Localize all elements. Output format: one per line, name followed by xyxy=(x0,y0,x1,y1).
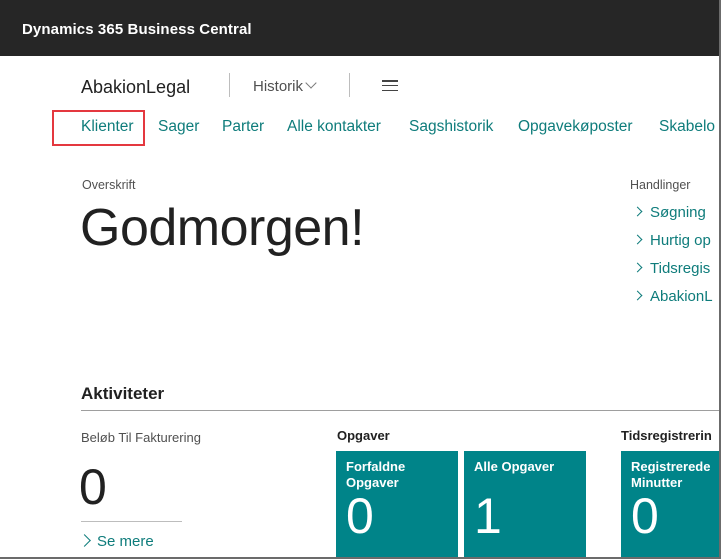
highlight-annotation xyxy=(52,110,145,146)
tile-label: Alle Opgaver xyxy=(474,459,555,474)
tile-value: 0 xyxy=(631,488,659,544)
tile-registrerede-minutter[interactable]: Registrerede Minutter 0 xyxy=(621,451,719,557)
kpi-divider xyxy=(81,521,182,522)
group-title-opgaver: Opgaver xyxy=(337,428,390,443)
company-name[interactable]: AbakionLegal xyxy=(81,77,190,98)
nav-item-alle-kontakter[interactable]: Alle kontakter xyxy=(287,118,381,136)
greeting-headline: Godmorgen! xyxy=(80,199,365,257)
chevron-right-icon xyxy=(632,206,643,217)
tile-forfaldne-opgaver[interactable]: Forfaldne Opgaver 0 xyxy=(336,451,458,557)
tile-value: 0 xyxy=(346,488,374,544)
action-tidsregistrering[interactable]: Tidsregis xyxy=(632,260,711,277)
tile-label: Registrerede Minutter xyxy=(631,459,711,490)
headline-caption: Overskrift xyxy=(82,178,136,192)
chevron-right-icon xyxy=(632,290,643,301)
app-window: Dynamics 365 Business Central AbakionLeg… xyxy=(0,0,721,559)
actions-caption: Handlinger xyxy=(630,178,691,192)
action-hurtig-opret[interactable]: Hurtig op xyxy=(632,232,711,249)
action-label: Søgning xyxy=(650,204,706,221)
nav-item-parter[interactable]: Parter xyxy=(222,118,264,136)
hamburger-menu-icon[interactable] xyxy=(382,80,398,92)
nav-item-sagshistorik[interactable]: Sagshistorik xyxy=(409,118,493,136)
app-title: Dynamics 365 Business Central xyxy=(22,21,252,38)
action-sogning[interactable]: Søgning xyxy=(632,204,706,221)
section-divider xyxy=(81,410,719,411)
nav-item-sager[interactable]: Sager xyxy=(158,118,199,136)
see-more-label: Se mere xyxy=(97,533,154,550)
nav-item-skabeloner[interactable]: Skabelo xyxy=(659,118,715,136)
history-dropdown[interactable]: Historik xyxy=(253,77,317,95)
chevron-right-icon xyxy=(632,262,643,273)
action-label: Hurtig op xyxy=(650,232,711,249)
chevron-right-icon xyxy=(78,534,91,547)
top-bar: Dynamics 365 Business Central xyxy=(0,0,719,56)
action-abakionlegal[interactable]: AbakionL xyxy=(632,288,713,305)
tile-alle-opgaver[interactable]: Alle Opgaver 1 xyxy=(464,451,586,557)
activities-title: Aktiviteter xyxy=(81,384,165,403)
tile-label: Forfaldne Opgaver xyxy=(346,459,406,490)
action-label: AbakionL xyxy=(650,288,713,305)
chevron-right-icon xyxy=(632,234,643,245)
kpi-label: Beløb Til Fakturering xyxy=(81,430,201,445)
action-label: Tidsregis xyxy=(650,260,711,277)
history-label: Historik xyxy=(253,78,304,95)
kpi-value[interactable]: 0 xyxy=(79,458,107,516)
header-divider xyxy=(349,73,350,97)
group-title-tidsregistrering: Tidsregistrerin xyxy=(621,428,712,443)
chevron-down-icon xyxy=(305,77,317,89)
see-more-link[interactable]: Se mere xyxy=(78,533,154,550)
nav-item-opgavekoposter[interactable]: Opgavekøposter xyxy=(518,118,633,136)
tile-value: 1 xyxy=(474,488,502,544)
header-divider xyxy=(229,73,230,97)
